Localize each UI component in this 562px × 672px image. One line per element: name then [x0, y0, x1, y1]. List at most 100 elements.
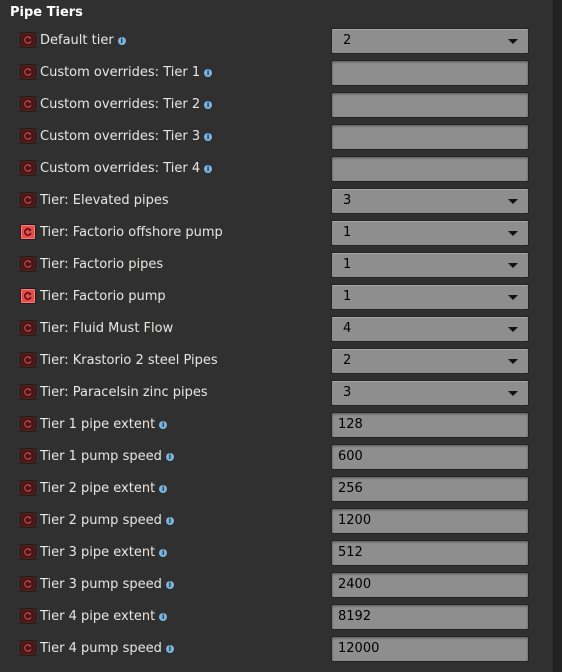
reset-button[interactable]: [20, 192, 36, 208]
reset-button[interactable]: [20, 288, 36, 304]
setting-label-text: Custom overrides: Tier 2: [40, 97, 201, 112]
setting-label-text: Tier: Krastorio 2 steel Pipes: [40, 353, 218, 368]
reset-icon: [24, 292, 32, 300]
setting-row: Tier 2 pump speed i 1200: [0, 505, 554, 537]
info-icon[interactable]: i: [204, 69, 213, 77]
tier-dropdown[interactable]: 1: [331, 284, 529, 310]
setting-label-text: Tier 3 pump speed: [40, 577, 162, 592]
setting-label: Tier: Krastorio 2 steel Pipes: [40, 345, 218, 377]
value-input[interactable]: 256: [331, 476, 529, 502]
value-input[interactable]: [331, 92, 529, 118]
reset-button[interactable]: [20, 416, 36, 432]
tier-dropdown[interactable]: 3: [331, 188, 529, 214]
chevron-down-icon: [508, 295, 518, 300]
reset-button[interactable]: [20, 608, 36, 624]
reset-button[interactable]: [20, 352, 36, 368]
value-input[interactable]: 2400: [331, 572, 529, 598]
value-input[interactable]: [331, 156, 529, 182]
info-icon[interactable]: i: [165, 645, 174, 653]
info-icon[interactable]: i: [204, 101, 213, 109]
setting-label: Tier 4 pipe extent i: [40, 601, 168, 633]
info-icon[interactable]: i: [204, 133, 213, 141]
tier-dropdown[interactable]: 1: [331, 252, 529, 278]
setting-row: Tier: Factorio offshore pump 1: [0, 217, 554, 249]
reset-button[interactable]: [20, 224, 36, 240]
value-input[interactable]: [331, 60, 529, 86]
info-icon[interactable]: i: [159, 613, 168, 621]
tier-dropdown[interactable]: 2: [331, 28, 529, 54]
dropdown-value: 1: [343, 257, 352, 272]
info-icon[interactable]: i: [204, 165, 213, 173]
setting-label-text: Default tier: [40, 33, 114, 48]
info-icon[interactable]: i: [117, 37, 126, 45]
scrollbar[interactable]: [553, 0, 562, 672]
dropdown-value: 2: [343, 33, 352, 48]
setting-row: Tier 3 pump speed i 2400: [0, 569, 554, 601]
reset-button[interactable]: [20, 160, 36, 176]
setting-label: Tier: Factorio offshore pump: [40, 217, 223, 249]
settings-list: Default tier i 2 Custom overrides: Tier 1iC…: [0, 25, 554, 665]
setting-label: Tier 1 pump speed i: [40, 441, 174, 473]
value-input[interactable]: 512: [331, 540, 529, 566]
dropdown-value: 4: [343, 321, 352, 336]
setting-label: Tier: Factorio pipes: [40, 249, 163, 281]
section-title: Pipe Tiers: [10, 5, 83, 20]
value-input[interactable]: 1200: [331, 508, 529, 534]
reset-button[interactable]: [20, 576, 36, 592]
setting-label: Tier: Fluid Must Flow: [40, 313, 173, 345]
dropdown-value: 1: [343, 225, 352, 240]
reset-button[interactable]: [20, 640, 36, 656]
setting-label: Tier: Factorio pump: [40, 281, 166, 313]
info-icon[interactable]: i: [165, 453, 174, 461]
chevron-down-icon: [508, 391, 518, 396]
reset-button[interactable]: [20, 384, 36, 400]
setting-label-text: Tier 4 pump speed: [40, 641, 162, 656]
info-icon[interactable]: i: [159, 421, 168, 429]
tier-dropdown[interactable]: 4: [331, 316, 529, 342]
tier-dropdown[interactable]: 2: [331, 348, 529, 374]
reset-button[interactable]: [20, 256, 36, 272]
reset-button[interactable]: [20, 544, 36, 560]
setting-label-text: Tier 1 pipe extent: [40, 417, 156, 432]
reset-icon: [24, 228, 32, 236]
reset-button[interactable]: [20, 512, 36, 528]
setting-label-text: Tier: Factorio pipes: [40, 257, 164, 272]
setting-row: Default tier i 2: [0, 25, 554, 57]
setting-label-text: Tier: Fluid Must Flow: [40, 321, 174, 336]
setting-row: Tier: Factorio pump 1: [0, 281, 554, 313]
setting-row: Tier: Elevated pipes 3: [0, 185, 554, 217]
setting-row: Tier 2 pipe extent i 256: [0, 473, 554, 505]
reset-button[interactable]: [20, 320, 36, 336]
info-icon[interactable]: i: [165, 581, 174, 589]
reset-icon: [24, 36, 32, 44]
setting-label-text: Tier 2 pump speed: [40, 513, 162, 528]
reset-button[interactable]: [20, 64, 36, 80]
reset-button[interactable]: [20, 480, 36, 496]
reset-button[interactable]: [20, 96, 36, 112]
setting-label-text: Tier 2 pipe extent: [40, 481, 156, 496]
value-input[interactable]: 8192: [331, 604, 529, 630]
reset-icon: [24, 356, 32, 364]
reset-button[interactable]: [20, 128, 36, 144]
value-input[interactable]: 12000: [331, 636, 529, 662]
setting-label: Custom overrides: Tier 3i: [40, 121, 213, 153]
setting-label-text: Tier: Elevated pipes: [40, 193, 169, 208]
value-input[interactable]: 600: [331, 444, 529, 470]
reset-button[interactable]: [20, 448, 36, 464]
value-input[interactable]: [331, 124, 529, 150]
info-icon[interactable]: i: [159, 549, 168, 557]
reset-button[interactable]: [20, 32, 36, 48]
tier-dropdown[interactable]: 3: [331, 380, 529, 406]
value-input[interactable]: 128: [331, 412, 529, 438]
setting-label-text: Tier: Paracelsin zinc pipes: [40, 385, 208, 400]
setting-label-text: Tier: Factorio pump: [40, 289, 166, 304]
setting-label: Tier 2 pump speed i: [40, 505, 174, 537]
info-icon[interactable]: i: [165, 517, 174, 525]
tier-dropdown[interactable]: 1: [331, 220, 529, 246]
setting-row: Tier 4 pump speed i 12000: [0, 633, 554, 665]
setting-label-text: Tier 1 pump speed: [40, 449, 162, 464]
chevron-down-icon: [508, 231, 518, 236]
info-icon[interactable]: i: [159, 485, 168, 493]
setting-label-text: Custom overrides: Tier 3: [40, 129, 201, 144]
dropdown-value: 2: [343, 353, 352, 368]
